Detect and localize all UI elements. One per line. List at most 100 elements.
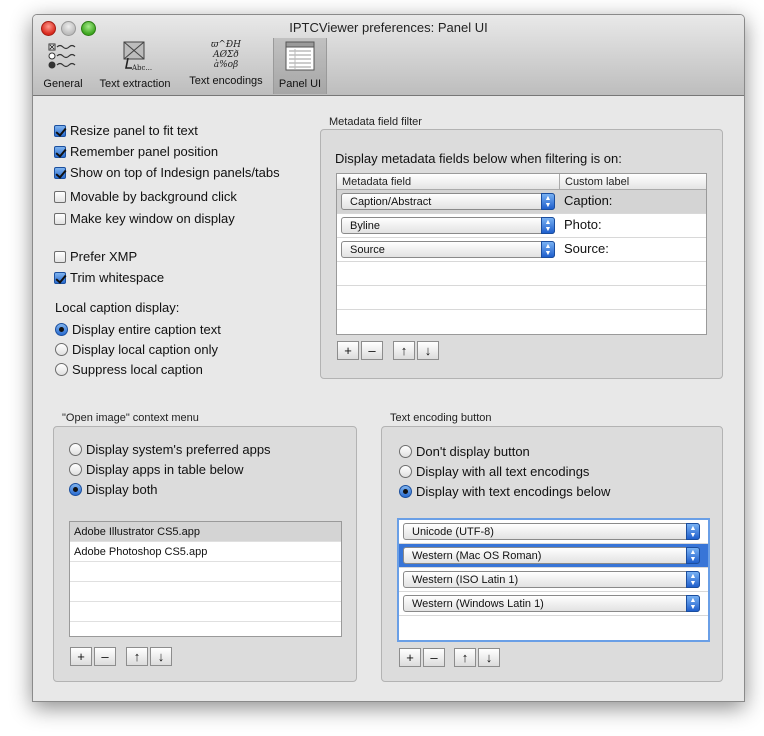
checkbox-label: Resize panel to fit text (70, 123, 198, 138)
toolbar-general[interactable]: General (37, 38, 89, 94)
remove-encoding-button[interactable]: – (423, 648, 445, 667)
encoding-radio-all[interactable]: Display with all text encodings (399, 463, 589, 481)
apps-table[interactable]: Adobe Illustrator CS5.app Adobe Photosho… (69, 521, 342, 637)
table-row-selected[interactable]: Western (Mac OS Roman) ▲ ▼ (399, 544, 708, 568)
checkbox-label: Trim whitespace (70, 270, 165, 285)
resize-panel-checkbox[interactable]: Resize panel to fit text (54, 122, 198, 140)
move-app-up-button[interactable]: ↑ (126, 647, 148, 666)
list-item-empty (70, 582, 341, 602)
text-extraction-icon: Abc... (123, 41, 152, 72)
table-row[interactable]: Caption/Abstract ▲ ▼ Caption: (337, 190, 706, 214)
open-image-radio-system[interactable]: Display system's preferred apps (69, 441, 271, 459)
encoding-radio-dont-display[interactable]: Don't display button (399, 443, 530, 461)
panel-ui-icon (285, 41, 315, 71)
radio-unselected-icon (55, 343, 68, 356)
toolbar-text-extraction-label: Text extraction (99, 78, 171, 90)
toolbar-text-encodings[interactable]: ϖ^ÐH AØΣð à%oβ Text encodings (181, 38, 271, 94)
open-image-group: Display system's preferred apps Display … (53, 426, 357, 682)
metadata-filter-group: Display metadata fields below when filte… (320, 129, 723, 379)
popup-value: Western (ISO Latin 1) (412, 574, 519, 586)
popup-arrows-icon: ▲ ▼ (686, 571, 700, 588)
radio-unselected-icon (399, 465, 412, 478)
text-encoding-group: Don't display button Display with all te… (381, 426, 723, 682)
text-encoding-title: Text encoding button (390, 412, 492, 424)
popup-arrows-icon: ▲ ▼ (686, 595, 700, 612)
popup-value: Unicode (UTF-8) (412, 526, 494, 538)
make-key-checkbox[interactable]: Make key window on display (54, 210, 235, 228)
show-on-top-checkbox[interactable]: Show on top of Indesign panels/tabs (54, 164, 280, 182)
column-header-metadata-field[interactable]: Metadata field (337, 174, 560, 190)
popup-arrows-icon: ▲ ▼ (541, 217, 555, 234)
custom-label-cell[interactable]: Caption: (564, 193, 612, 208)
encodings-glyph-line: AØΣð (213, 50, 239, 60)
open-image-radio-table[interactable]: Display apps in table below (69, 461, 244, 479)
encoding-radio-below[interactable]: Display with text encodings below (399, 483, 610, 501)
metadata-field-popup[interactable]: Caption/Abstract ▲ ▼ (341, 193, 555, 210)
popup-arrows-icon: ▲ ▼ (686, 547, 700, 564)
toolbar-text-extraction[interactable]: Abc... Text extraction (91, 38, 179, 94)
remove-app-button[interactable]: – (94, 647, 116, 666)
list-item[interactable]: Adobe Photoshop CS5.app (70, 542, 341, 562)
metadata-filter-title: Metadata field filter (329, 116, 422, 128)
metadata-fields-table[interactable]: Metadata field Custom label Caption/Abst… (336, 173, 707, 335)
add-encoding-button[interactable]: + (399, 648, 421, 667)
toolbar-panel-ui[interactable]: Panel UI (273, 38, 327, 94)
encoding-popup[interactable]: Western (Mac OS Roman) ▲ ▼ (403, 547, 700, 564)
radio-selected-icon (69, 483, 82, 496)
popup-value: Western (Windows Latin 1) (412, 598, 544, 610)
radio-label: Display entire caption text (72, 322, 221, 337)
encoding-popup[interactable]: Western (Windows Latin 1) ▲ ▼ (403, 595, 700, 612)
custom-label-cell[interactable]: Photo: (564, 217, 602, 232)
popup-arrows-icon: ▲ ▼ (686, 523, 700, 540)
move-encoding-down-button[interactable]: ↓ (478, 648, 500, 667)
list-item[interactable]: Adobe Illustrator CS5.app (70, 522, 341, 542)
metadata-field-popup[interactable]: Byline ▲ ▼ (341, 217, 555, 234)
checkbox-label: Make key window on display (70, 211, 235, 226)
radio-unselected-icon (69, 443, 82, 456)
move-field-down-button[interactable]: ↓ (417, 341, 439, 360)
local-caption-radio-entire[interactable]: Display entire caption text (55, 321, 221, 339)
checkbox-label: Movable by background click (70, 189, 237, 204)
add-app-button[interactable]: + (70, 647, 92, 666)
radio-unselected-icon (69, 463, 82, 476)
custom-label-cell[interactable]: Source: (564, 241, 609, 256)
checkbox-checked-icon (54, 146, 66, 158)
add-field-button[interactable]: + (337, 341, 359, 360)
encodings-table[interactable]: Unicode (UTF-8) ▲ ▼ Western (Mac OS Roman)… (397, 518, 710, 642)
popup-arrows-icon: ▲ ▼ (541, 193, 555, 210)
local-caption-radio-local[interactable]: Display local caption only (55, 341, 218, 359)
radio-label: Suppress local caption (72, 362, 203, 377)
column-header-custom-label[interactable]: Custom label (560, 174, 706, 190)
table-row[interactable]: Western (Windows Latin 1) ▲ ▼ (399, 592, 708, 616)
local-caption-radio-suppress[interactable]: Suppress local caption (55, 361, 203, 379)
radio-label: Display local caption only (72, 342, 218, 357)
metadata-filter-description: Display metadata fields below when filte… (335, 151, 622, 166)
table-row-empty (337, 286, 706, 310)
open-image-radio-both[interactable]: Display both (69, 481, 158, 499)
metadata-field-popup[interactable]: Source ▲ ▼ (341, 241, 555, 258)
radio-label: Display both (86, 482, 158, 497)
encodings-glyph-line: ϖ^ÐH (211, 40, 241, 50)
table-row-empty (337, 310, 706, 334)
remove-field-button[interactable]: – (361, 341, 383, 360)
movable-bg-checkbox[interactable]: Movable by background click (54, 188, 237, 206)
move-field-up-button[interactable]: ↑ (393, 341, 415, 360)
table-row[interactable]: Unicode (UTF-8) ▲ ▼ (399, 520, 708, 544)
popup-value: Source (350, 244, 385, 256)
remember-position-checkbox[interactable]: Remember panel position (54, 143, 218, 161)
radio-label: Display with all text encodings (416, 464, 590, 479)
encoding-popup[interactable]: Western (ISO Latin 1) ▲ ▼ (403, 571, 700, 588)
move-encoding-up-button[interactable]: ↑ (454, 648, 476, 667)
prefer-xmp-checkbox[interactable]: Prefer XMP (54, 248, 137, 266)
encoding-popup[interactable]: Unicode (UTF-8) ▲ ▼ (403, 523, 700, 540)
text-encodings-icon: ϖ^ÐH AØΣð à%oβ (209, 40, 243, 72)
table-row[interactable]: Source ▲ ▼ Source: (337, 238, 706, 262)
title-bar: IPTCViewer preferences: Panel UI General… (33, 15, 744, 96)
move-app-down-button[interactable]: ↓ (150, 647, 172, 666)
general-icon (48, 43, 76, 69)
radio-label: Don't display button (416, 444, 530, 459)
table-row[interactable]: Byline ▲ ▼ Photo: (337, 214, 706, 238)
panel-ui-content: Resize panel to fit text Remember panel … (33, 96, 744, 701)
table-row[interactable]: Western (ISO Latin 1) ▲ ▼ (399, 568, 708, 592)
trim-whitespace-checkbox[interactable]: Trim whitespace (54, 269, 164, 287)
